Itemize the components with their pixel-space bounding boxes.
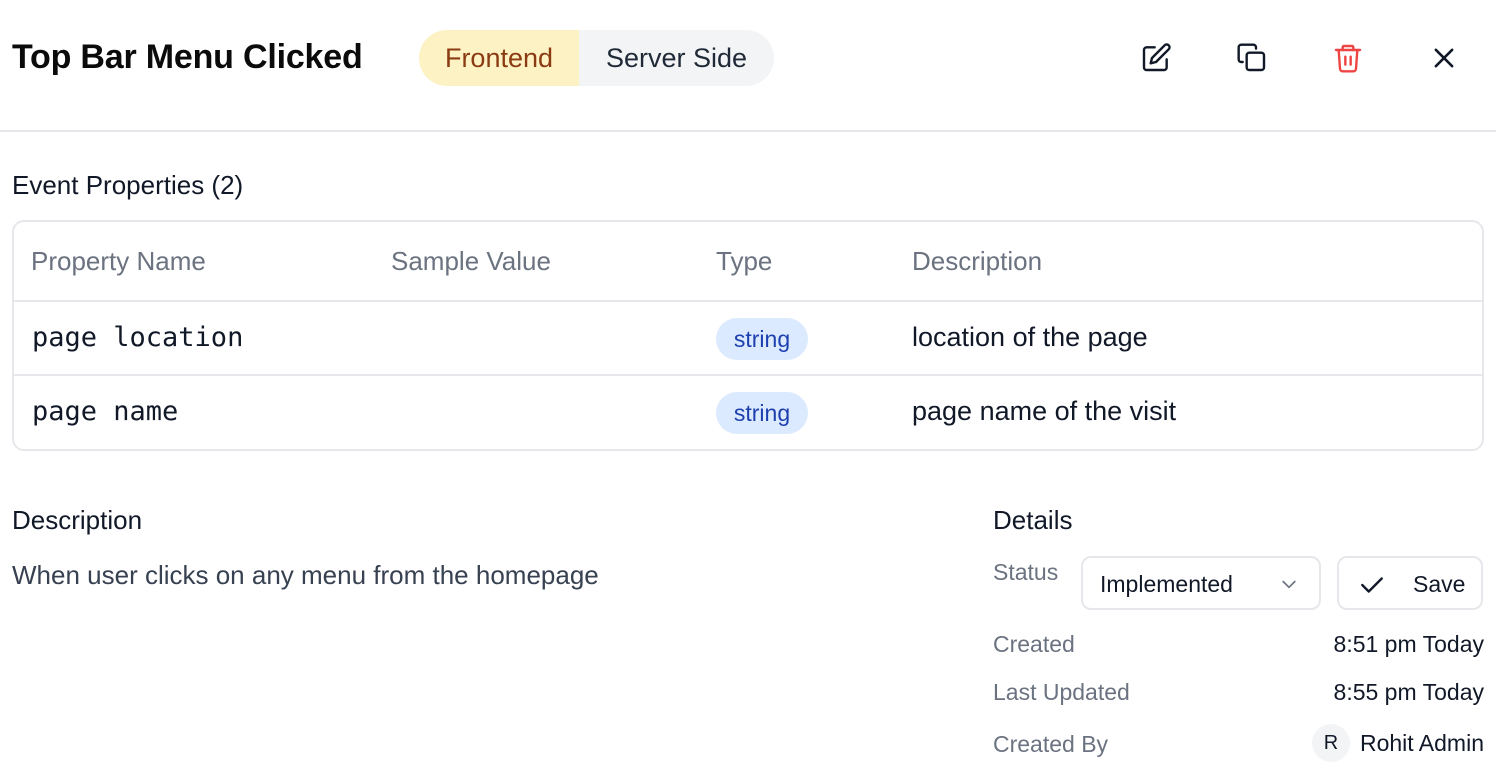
type-badge: string: [716, 318, 808, 360]
event-properties-title: Event Properties (2): [12, 170, 244, 200]
created-value: 8:51 pm Today: [1333, 631, 1484, 657]
created-by-user: R Rohit Admin: [1311, 724, 1484, 762]
creator-name: Rohit Admin: [1359, 729, 1484, 756]
status-select[interactable]: Implemented: [1081, 556, 1321, 610]
description-text: When user clicks on any menu from the ho…: [12, 560, 599, 590]
status-select-value: Implemented: [1100, 571, 1233, 597]
type-badge: string: [716, 392, 808, 434]
description-title: Description: [12, 505, 143, 535]
duplicate-button[interactable]: [1232, 38, 1272, 78]
last-updated-label: Last Updated: [993, 679, 1130, 705]
column-header-property-name: Property Name: [31, 246, 206, 276]
property-name-cell: page location: [32, 322, 244, 353]
column-header-sample-value: Sample Value: [391, 246, 551, 276]
copy-icon: [1237, 43, 1266, 72]
segment-frontend[interactable]: Frontend: [419, 30, 579, 86]
trash-icon: [1334, 44, 1362, 73]
details-title: Details: [993, 505, 1073, 535]
header: Top Bar Menu Clicked Frontend Server Sid…: [0, 0, 1496, 132]
table-row[interactable]: page name string page name of the visit: [14, 376, 1482, 449]
status-label: Status: [993, 559, 1059, 585]
property-name-cell: page name: [32, 396, 179, 427]
delete-button[interactable]: [1328, 38, 1368, 78]
close-button[interactable]: [1424, 38, 1464, 78]
event-title: Top Bar Menu Clicked: [12, 38, 363, 76]
avatar: R: [1311, 724, 1350, 762]
chevron-down-icon: [1282, 580, 1296, 589]
column-header-type: Type: [716, 246, 773, 276]
properties-table: Property Name Sample Value Type Descript…: [12, 220, 1484, 451]
save-button-label: Save: [1413, 571, 1466, 597]
table-header-row: Property Name Sample Value Type Descript…: [14, 222, 1482, 302]
created-by-label: Created By: [993, 731, 1109, 757]
close-icon: [1434, 48, 1454, 68]
property-description-cell: page name of the visit: [912, 396, 1177, 426]
column-header-description: Description: [912, 246, 1043, 276]
last-updated-value: 8:55 pm Today: [1333, 679, 1484, 705]
edit-button[interactable]: [1136, 38, 1176, 78]
edit-icon: [1142, 43, 1171, 72]
platform-segmented-control: Frontend Server Side: [419, 30, 774, 86]
created-label: Created: [993, 631, 1075, 657]
save-button[interactable]: Save: [1337, 556, 1483, 610]
segment-server-side[interactable]: Server Side: [579, 30, 774, 86]
property-description-cell: location of the page: [912, 322, 1148, 352]
check-icon: [1361, 577, 1383, 593]
table-row[interactable]: page location string location of the pag…: [14, 302, 1482, 376]
